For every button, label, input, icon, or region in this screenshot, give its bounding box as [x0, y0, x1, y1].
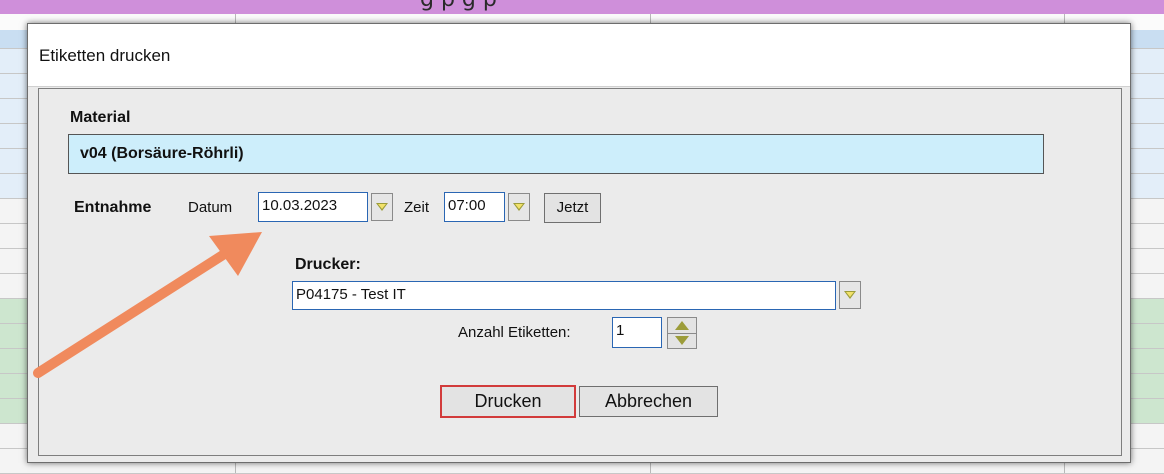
zeit-dropdown-button[interactable]: [508, 193, 530, 221]
print-labels-dialog: Etiketten drucken Material v04 (Borsäure…: [27, 23, 1131, 463]
chevron-down-icon: [376, 203, 388, 211]
app-header-text: g p g p: [0, 0, 1164, 13]
drucker-select[interactable]: P04175 - Test IT: [292, 281, 836, 310]
dialog-panel: Material v04 (Borsäure-Röhrli) Entnahme …: [38, 88, 1122, 456]
material-display: v04 (Borsäure-Röhrli): [68, 134, 1044, 174]
drucker-dropdown-button[interactable]: [839, 281, 861, 309]
dialog-title: Etiketten drucken: [39, 46, 171, 65]
dialog-titlebar[interactable]: Etiketten drucken: [28, 24, 1130, 87]
drucken-button[interactable]: Drucken: [440, 385, 576, 418]
spin-down-icon[interactable]: [675, 336, 689, 345]
zeit-input[interactable]: 07:00: [444, 192, 505, 222]
chevron-down-icon: [513, 203, 525, 211]
anzahl-spinner[interactable]: [667, 317, 697, 349]
datum-dropdown-button[interactable]: [371, 193, 393, 221]
abbrechen-button[interactable]: Abbrechen: [579, 386, 718, 417]
material-label: Material: [70, 109, 131, 126]
anzahl-label: Anzahl Etiketten:: [458, 324, 571, 341]
datum-input[interactable]: 10.03.2023: [258, 192, 368, 222]
datum-label: Datum: [188, 199, 233, 216]
entnahme-label: Entnahme: [74, 199, 152, 216]
drucker-label: Drucker:: [295, 256, 361, 273]
material-value: v04 (Borsäure-Röhrli): [80, 145, 244, 162]
spin-up-icon[interactable]: [675, 321, 689, 330]
chevron-down-icon: [844, 291, 856, 299]
jetzt-button[interactable]: Jetzt: [544, 193, 601, 223]
app-header-text-fragment: g p g p: [420, 0, 497, 12]
zeit-label: Zeit: [404, 199, 430, 216]
anzahl-input[interactable]: 1: [612, 317, 662, 348]
